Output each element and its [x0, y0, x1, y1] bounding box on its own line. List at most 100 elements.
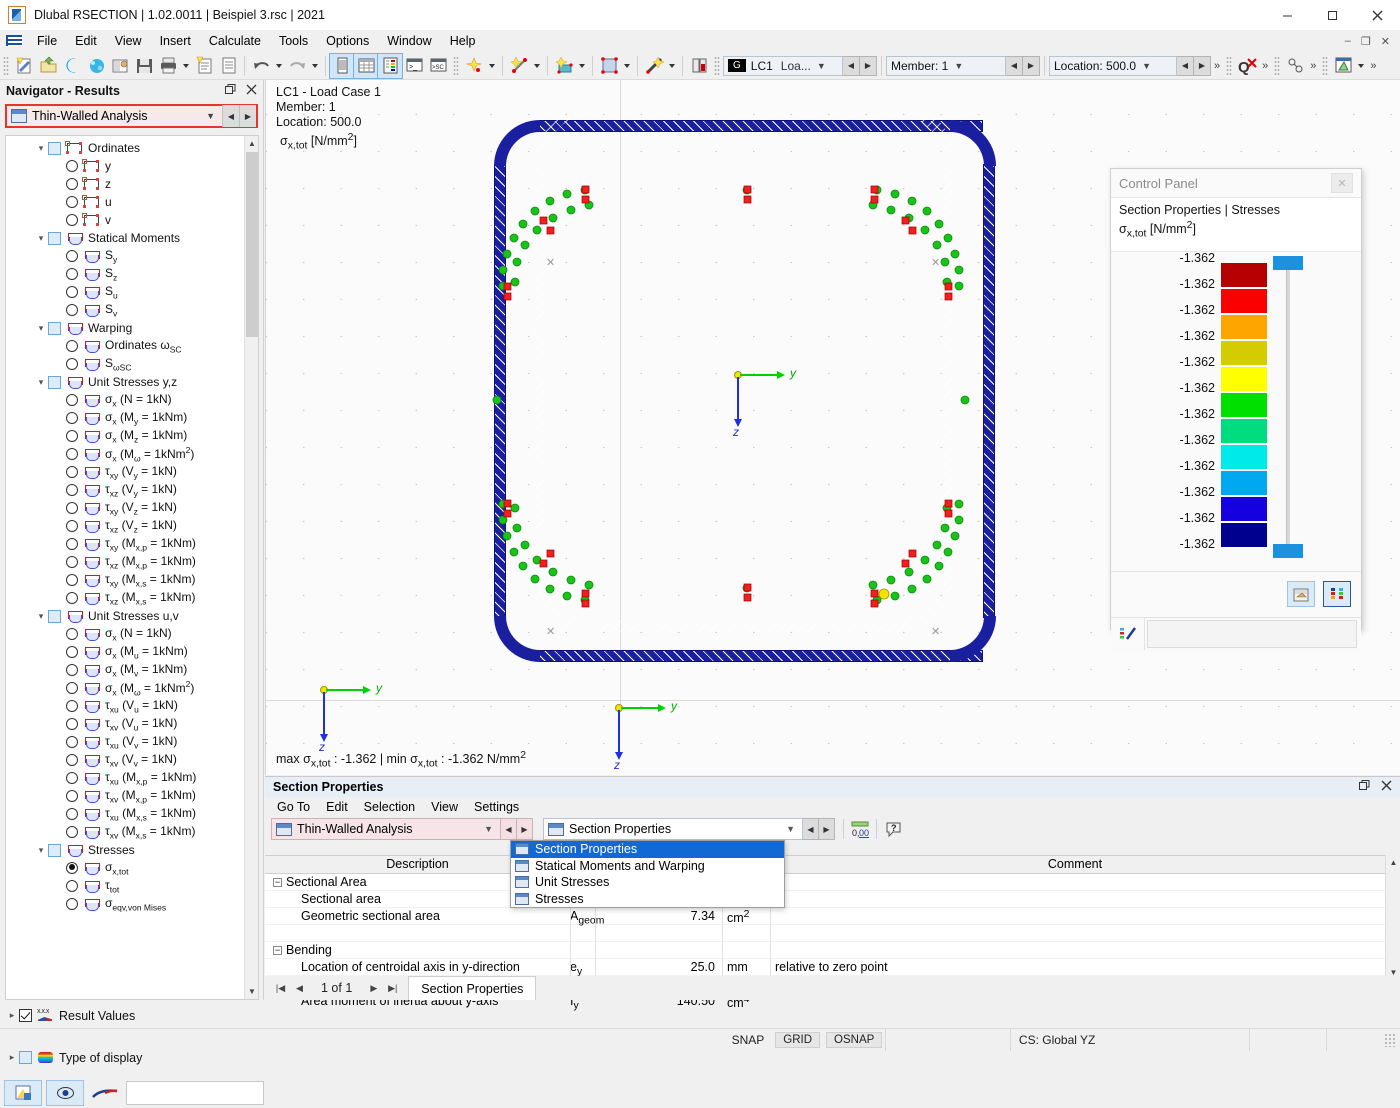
tree-radio[interactable] [66, 196, 78, 208]
table-row[interactable]: Sectional area [265, 891, 1400, 908]
tree-radio[interactable] [66, 628, 78, 640]
tree-item[interactable]: σeqv,von Mises [6, 895, 246, 913]
toolbar-grip[interactable] [1322, 56, 1328, 76]
tree-group[interactable]: ▾Stresses [6, 841, 246, 859]
dropdown-option[interactable]: Unit Stresses [511, 874, 784, 891]
console-icon[interactable]: >_ [402, 54, 426, 78]
tree-item[interactable]: τxz (Mx,s = 1kNm) [6, 589, 246, 607]
script-icon[interactable]: >SC [426, 54, 450, 78]
tree-radio[interactable] [66, 340, 78, 352]
tree-item[interactable]: Sy [6, 247, 246, 265]
page-next-button[interactable]: ▶ [366, 979, 381, 997]
undo-dropdown-caret[interactable] [273, 54, 285, 78]
toolbar-grip[interactable] [714, 56, 720, 76]
tree-radio[interactable] [66, 646, 78, 658]
tree-radio[interactable] [66, 430, 78, 442]
load-case-prev[interactable]: ◀ [843, 56, 860, 76]
tree-item[interactable]: σx (N = 1kN) [6, 625, 246, 643]
table-vertical-scrollbar[interactable]: ▲ ▼ [1385, 855, 1400, 979]
navigator-analysis-combo[interactable]: Thin-Walled Analysis ▼ [7, 106, 222, 126]
mdi-close-button[interactable]: ✕ [1377, 35, 1394, 48]
menu-window[interactable]: Window [378, 31, 440, 51]
control-panel-close-icon[interactable]: ✕ [1331, 173, 1353, 193]
table-type-dropdown-list[interactable]: Section PropertiesStatical Moments and W… [510, 840, 785, 908]
system-menu-icon[interactable] [2, 32, 24, 50]
tree-radio[interactable] [66, 772, 78, 784]
tree-radio[interactable] [66, 304, 78, 316]
tree-item[interactable]: v [6, 211, 246, 229]
tree-item[interactable]: τxv (Vu = 1kN) [6, 715, 246, 733]
tree-group[interactable]: ▾Unit Stresses u,v [6, 607, 246, 625]
nav-bottom-checkbox[interactable] [19, 1009, 32, 1022]
section-properties-table[interactable]: Description Comment −Sectional AreaSecti… [265, 855, 1400, 979]
close-icon[interactable] [246, 84, 257, 98]
tree-radio[interactable] [66, 484, 78, 496]
member-combo[interactable]: Member: 1 ▼ [886, 56, 1006, 76]
table-group-row[interactable]: −Sectional Area [265, 874, 1400, 891]
tree-radio[interactable] [66, 214, 78, 226]
tree-radio[interactable] [66, 574, 78, 586]
menu-insert[interactable]: Insert [151, 31, 200, 51]
tree-item[interactable]: σx,tot [6, 859, 246, 877]
chevron-down-icon[interactable]: ▾ [34, 143, 48, 154]
tree-radio[interactable] [66, 250, 78, 262]
tree-item[interactable]: τxv (Vv = 1kN) [6, 751, 246, 769]
toolbar-overflow-2[interactable]: » [1259, 60, 1271, 72]
navigator-scrollbar[interactable]: ▲ ▼ [244, 136, 258, 999]
tree-radio[interactable] [66, 466, 78, 478]
row-expander[interactable]: − [273, 946, 282, 955]
tree-item[interactable]: τxy (Mx,p = 1kNm) [6, 535, 246, 553]
maximize-button[interactable] [1310, 0, 1355, 30]
deselect-icon[interactable]: Q [1235, 54, 1259, 78]
tab-section-properties[interactable]: Section Properties [408, 976, 536, 1000]
scroll-up-icon[interactable]: ▲ [1386, 855, 1400, 869]
close-model-icon[interactable] [60, 54, 84, 78]
chevron-right-icon[interactable]: ▸ [5, 1052, 19, 1063]
table-row[interactable]: Geometric sectional areaAgeom7.34cm2 [265, 908, 1400, 925]
navigator-prev-button[interactable]: ◀ [222, 105, 239, 127]
navigator-filter-input[interactable] [126, 1081, 264, 1105]
table-colored-icon[interactable] [378, 54, 402, 78]
tree-item[interactable]: τxu (Vu = 1kN) [6, 697, 246, 715]
tree-checkbox[interactable] [48, 232, 61, 245]
new-node-icon[interactable] [462, 54, 486, 78]
tree-item[interactable]: τxu (Vv = 1kN) [6, 733, 246, 751]
tree-group[interactable]: ▾Ordinates [6, 139, 246, 157]
chevron-down-icon[interactable]: ▾ [34, 845, 48, 856]
new-surface-dropdown-caret[interactable] [576, 54, 588, 78]
table-group-row[interactable]: −Bending [265, 942, 1400, 959]
tree-checkbox[interactable] [48, 376, 61, 389]
table-grid-icon[interactable] [354, 54, 378, 78]
tree-item[interactable]: SωSC [6, 355, 246, 373]
tree-item[interactable]: τxz (Vz = 1kN) [6, 517, 246, 535]
bp-table-prev[interactable]: ◀ [803, 818, 819, 840]
dropdown-option[interactable]: Stresses [511, 891, 784, 908]
tree-checkbox[interactable] [48, 610, 61, 623]
chevron-down-icon[interactable]: ▾ [34, 323, 48, 334]
book-icon[interactable] [687, 54, 711, 78]
panel-edit-icon[interactable] [1111, 618, 1145, 650]
mdi-minimize-button[interactable]: – [1341, 35, 1355, 48]
bp-analysis-next[interactable]: ▶ [517, 818, 533, 840]
menu-file[interactable]: File [28, 31, 66, 51]
tree-item[interactable]: σx (N = 1kN) [6, 391, 246, 409]
tree-item[interactable]: y [6, 157, 246, 175]
table-row[interactable] [265, 925, 1400, 942]
open-folder-icon[interactable] [36, 54, 60, 78]
tree-item[interactable]: σx (Mω = 1kNm2) [6, 679, 246, 697]
new-line-dropdown-caret[interactable] [531, 54, 543, 78]
tree-item[interactable]: σx (Mu = 1kNm) [6, 643, 246, 661]
tree-item[interactable]: σx (My = 1kNm) [6, 409, 246, 427]
member-next[interactable]: ▶ [1023, 56, 1040, 76]
tree-radio[interactable] [66, 538, 78, 550]
page-last-button[interactable]: ▶| [385, 979, 400, 997]
control-panel-input[interactable] [1147, 620, 1357, 648]
tree-radio[interactable] [66, 862, 78, 874]
new-opening-icon[interactable] [597, 54, 621, 78]
undo-icon[interactable] [249, 54, 273, 78]
toolbar-grip[interactable] [3, 56, 9, 76]
tree-checkbox[interactable] [48, 142, 61, 155]
tree-radio[interactable] [66, 898, 78, 910]
scrollbar-thumb[interactable] [246, 152, 258, 337]
bp-analysis-combo[interactable]: Thin-Walled Analysis ▼ [271, 818, 501, 840]
